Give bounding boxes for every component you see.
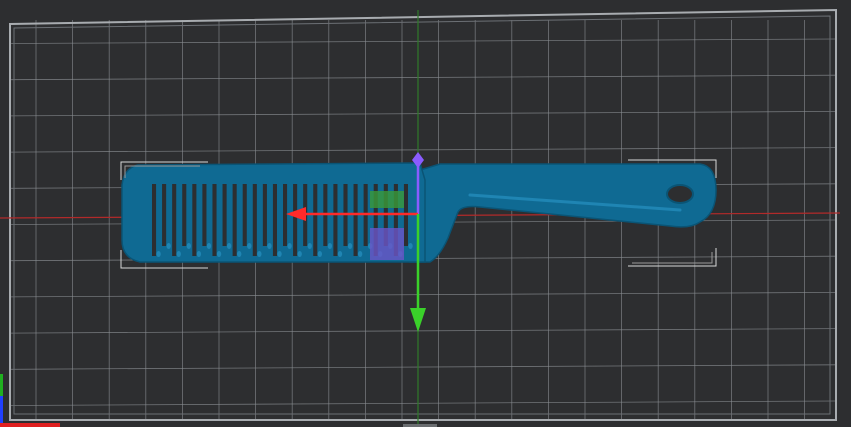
comb-tooth-gap	[333, 184, 338, 256]
comb-tooth-tip	[166, 243, 171, 249]
comb-tooth-gap	[202, 184, 207, 246]
comb-tooth-tip	[347, 243, 353, 249]
comb-tooth-gap	[262, 184, 267, 246]
comb-tooth-tip	[216, 251, 222, 257]
comb-tooth-gap	[222, 184, 227, 246]
comb-tooth-tip	[297, 251, 302, 257]
comb-tooth-tip	[267, 243, 272, 249]
grid-line-horizontal	[9, 147, 837, 153]
comb-tooth-gap	[313, 184, 318, 256]
comb-tooth-tip	[176, 251, 181, 257]
yz-plane-handle[interactable]	[370, 228, 404, 260]
comb-tooth-gap	[152, 184, 157, 256]
grid-line-horizontal	[9, 74, 837, 81]
comb-tooth-gap	[212, 184, 217, 256]
comb-handle	[409, 163, 717, 263]
comb-tooth-tip	[236, 251, 242, 257]
comb-tooth-gap	[242, 184, 247, 246]
grid-line-horizontal	[9, 364, 837, 370]
grid-line-horizontal	[9, 400, 837, 406]
grid-line-horizontal	[9, 111, 837, 117]
comb-tooth-tip	[357, 251, 363, 257]
grid-line-horizontal	[9, 38, 837, 44]
comb-tooth-gap	[272, 184, 277, 256]
comb-tooth-gap	[353, 184, 358, 256]
comb-tooth-gap	[172, 184, 177, 256]
comb-hang-hole	[666, 184, 694, 204]
comb-tooth-tip	[307, 243, 312, 249]
comb-tooth-tip	[206, 243, 212, 249]
comb-tooth-gap	[232, 184, 237, 256]
comb-tooth-gap	[162, 184, 167, 246]
grid-line-horizontal	[9, 291, 837, 298]
y-axis-arrow[interactable]	[410, 308, 426, 332]
comb-tooth-gap	[293, 184, 298, 256]
comb-tooth-gap	[192, 184, 197, 256]
comb-tooth-tip	[247, 243, 252, 249]
comb-tooth-tip	[337, 251, 343, 257]
comb-tooth-tip	[327, 243, 333, 249]
comb-tooth-tip	[156, 251, 161, 257]
comb-tooth-tip	[226, 243, 232, 249]
comb-tooth-tip	[277, 251, 282, 257]
comb-tooth-gap	[182, 184, 187, 246]
comb-tooth-tip	[408, 243, 413, 249]
comb-tooth-gap	[283, 184, 288, 246]
comb-tooth-tip	[186, 243, 192, 249]
comb-tooth-tip	[317, 251, 323, 257]
comb-tooth-tip	[257, 251, 262, 257]
3d-viewport[interactable]	[0, 0, 851, 427]
scene-canvas[interactable]	[0, 0, 851, 427]
comb-tooth-tip	[196, 251, 202, 257]
comb-tooth-gap	[252, 184, 257, 256]
comb-tooth-tip	[287, 243, 292, 249]
xy-plane-handle[interactable]	[370, 191, 404, 208]
grid-line-horizontal	[9, 328, 837, 334]
